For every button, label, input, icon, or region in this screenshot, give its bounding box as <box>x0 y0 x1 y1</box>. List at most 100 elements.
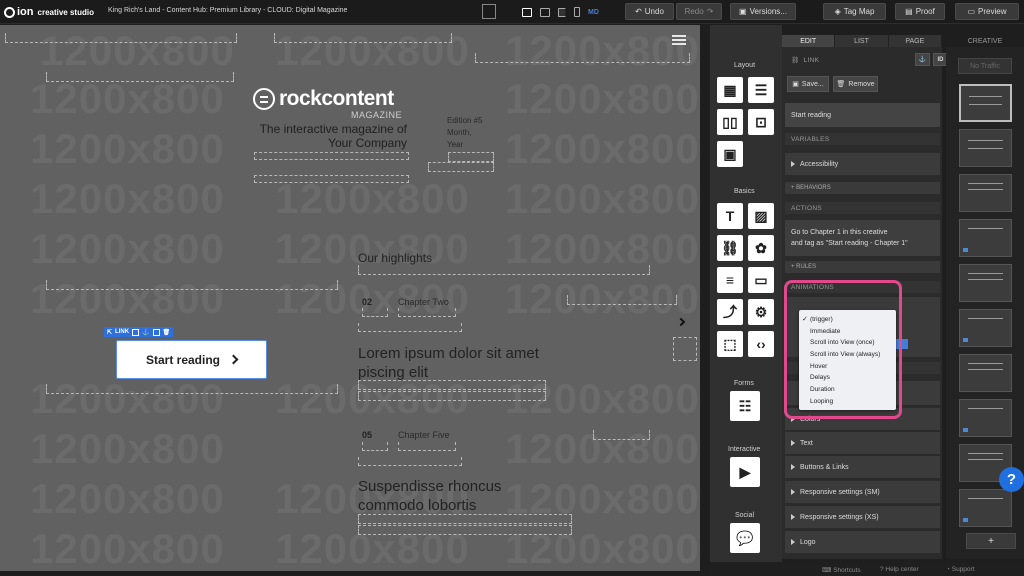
laptop-icon[interactable] <box>540 7 550 17</box>
page-thumbnail[interactable] <box>959 174 1012 212</box>
tab-list[interactable]: LIST <box>835 35 889 47</box>
widget-icon[interactable]: ⚙ <box>748 299 774 325</box>
support-link[interactable]: ◔ Support <box>946 566 975 573</box>
tablet-icon[interactable] <box>558 7 566 17</box>
play-icon[interactable]: ▶ <box>730 457 760 487</box>
logo-section[interactable]: Logo <box>785 531 940 553</box>
move-handle-icon[interactable]: ⇱ <box>107 329 112 336</box>
dropdown-option-hover[interactable]: Hover <box>799 361 896 373</box>
badge-icon[interactable]: ✿ <box>748 235 774 261</box>
action-summary[interactable]: Go to Chapter 1 in this creative and tag… <box>785 220 940 256</box>
page-thumbnail[interactable] <box>959 219 1012 257</box>
watermark: 1200x800 <box>505 27 700 74</box>
animation-trigger-dropdown[interactable]: (trigger) Immediate Scroll into View (on… <box>799 310 896 410</box>
editor-canvas[interactable]: 1200x800 1200x800 1200x800 1200x800 1200… <box>0 25 700 571</box>
dropdown-option-scroll-once[interactable]: Scroll into View (once) <box>799 337 896 349</box>
shortcuts-link[interactable]: ⌨ Shortcuts <box>822 566 861 574</box>
tagline[interactable]: The interactive magazine of Your Company <box>250 122 407 150</box>
layout-split-icon[interactable]: ▯▯ <box>717 109 743 135</box>
grid-view-icon[interactable] <box>482 4 496 19</box>
help-center-link[interactable]: ? Help center <box>880 566 919 573</box>
add-page-button[interactable]: + <box>966 533 1016 549</box>
remove-button[interactable]: 🗑 Remove <box>833 76 878 92</box>
dropdown-option-duration[interactable]: Duration <box>799 384 896 396</box>
behaviors-section[interactable]: + BEHAVIORS <box>785 182 940 194</box>
placeholder-box <box>274 33 452 43</box>
dropdown-option-trigger[interactable]: (trigger) <box>799 314 896 326</box>
element-type-label: LINK <box>803 56 820 64</box>
tab-page[interactable]: PAGE <box>888 35 942 47</box>
desktop-icon[interactable] <box>522 7 532 17</box>
save-button[interactable]: ▣ Save... <box>787 76 829 92</box>
tab-edit[interactable]: EDIT <box>782 35 836 47</box>
item-headline[interactable]: Lorem ipsum dolor sit amet piscing elit <box>358 344 558 382</box>
undo-button[interactable]: ↶ Undo <box>625 3 674 20</box>
embed-icon[interactable]: ⤴ <box>717 299 743 325</box>
phone-icon[interactable] <box>574 7 580 17</box>
tag-map-button[interactable]: ◈ Tag Map <box>823 3 886 20</box>
app-window: ion creative studio King Rich's Land - C… <box>0 0 1024 576</box>
settings-icon[interactable] <box>152 328 160 336</box>
item-chapter[interactable]: Chapter Two <box>398 297 449 307</box>
accessibility-section[interactable]: Accessibility <box>785 153 940 175</box>
layout-rows-icon[interactable]: ☰ <box>748 77 774 103</box>
code-icon[interactable]: ‹› <box>748 331 774 357</box>
text-icon[interactable]: T <box>717 203 743 229</box>
image-icon[interactable]: ▨ <box>748 203 774 229</box>
help-button[interactable]: ? <box>999 467 1024 492</box>
rules-section[interactable]: + RULES <box>785 261 940 273</box>
link-text-field[interactable]: Start reading <box>785 103 940 127</box>
trash-icon[interactable]: 🗑 <box>163 329 171 336</box>
page-thumbnail[interactable] <box>959 309 1012 347</box>
divider-icon[interactable]: ▭ <box>748 267 774 293</box>
responsive-xs-section[interactable]: Responsive settings (XS) <box>785 506 940 528</box>
placeholder-box <box>358 323 462 332</box>
placeholder-box <box>46 72 234 82</box>
chat-icon[interactable]: 💬 <box>730 523 760 553</box>
proof-button[interactable]: ▤ Proof <box>895 3 945 20</box>
item-chapter[interactable]: Chapter Five <box>398 430 450 440</box>
buttons-links-section[interactable]: Buttons & Links <box>785 456 940 478</box>
list-icon[interactable]: ≡ <box>717 267 743 293</box>
anchor-icon[interactable]: ⚓ <box>142 329 149 336</box>
link-type-icon: ⛓ <box>791 57 800 64</box>
layout-columns-icon[interactable]: ▦ <box>717 77 743 103</box>
responsive-sm-section[interactable]: Responsive settings (SM) <box>785 481 940 503</box>
text-section[interactable]: Text <box>785 432 940 454</box>
placeholder-box <box>358 514 572 524</box>
start-reading-button[interactable]: Start reading <box>116 340 267 379</box>
anchor-button[interactable]: ⚓ <box>915 53 930 66</box>
breadcrumb[interactable]: King Rich's Land - Content Hub: Premium … <box>108 7 347 14</box>
page-thumbnail[interactable] <box>959 84 1012 122</box>
page-thumbnail[interactable] <box>959 399 1012 437</box>
copy-icon[interactable] <box>132 328 140 336</box>
redo-button[interactable]: Redo ↷ <box>676 3 722 20</box>
dropdown-option-immediate[interactable]: Immediate <box>799 326 896 338</box>
form-icon[interactable]: ☷ <box>730 391 760 421</box>
versions-button[interactable]: ▣ Versions... <box>730 3 796 20</box>
placeholder-box <box>46 384 338 394</box>
item-number[interactable]: 02 <box>362 297 372 307</box>
link-icon[interactable]: ⛓ <box>717 235 743 261</box>
page-thumbnail[interactable] <box>959 354 1012 392</box>
item-headline[interactable]: Suspendisse rhoncus commodo lobortis <box>358 477 558 515</box>
page-thumbnail[interactable] <box>959 129 1012 167</box>
tab-creative[interactable]: CREATIVE <box>946 38 1024 45</box>
item-number[interactable]: 05 <box>362 430 372 440</box>
page-thumbnail[interactable] <box>959 489 1012 527</box>
app-logo[interactable]: ion creative studio <box>4 4 94 20</box>
brand-logo[interactable]: rockcontent <box>253 87 394 111</box>
placeholder-icon[interactable]: ⬚ <box>717 331 743 357</box>
edition-text[interactable]: Edition #5 Month, Year <box>447 115 483 151</box>
dropdown-option-delays[interactable]: Delays <box>799 372 896 384</box>
layout-container-icon[interactable]: ▣ <box>717 141 743 167</box>
preview-button[interactable]: ▭ Preview <box>955 3 1019 20</box>
dropdown-option-looping[interactable]: Looping <box>799 396 896 408</box>
dropdown-option-scroll-always[interactable]: Scroll into View (always) <box>799 349 896 361</box>
highlights-title[interactable]: Our highlights <box>358 251 432 265</box>
hamburger-menu-icon[interactable] <box>672 35 686 45</box>
placeholder-box <box>5 33 237 43</box>
page-thumbnail[interactable] <box>959 264 1012 302</box>
watermark: 1200x800 <box>505 125 700 172</box>
layout-box-icon[interactable]: ⊡ <box>748 109 774 135</box>
